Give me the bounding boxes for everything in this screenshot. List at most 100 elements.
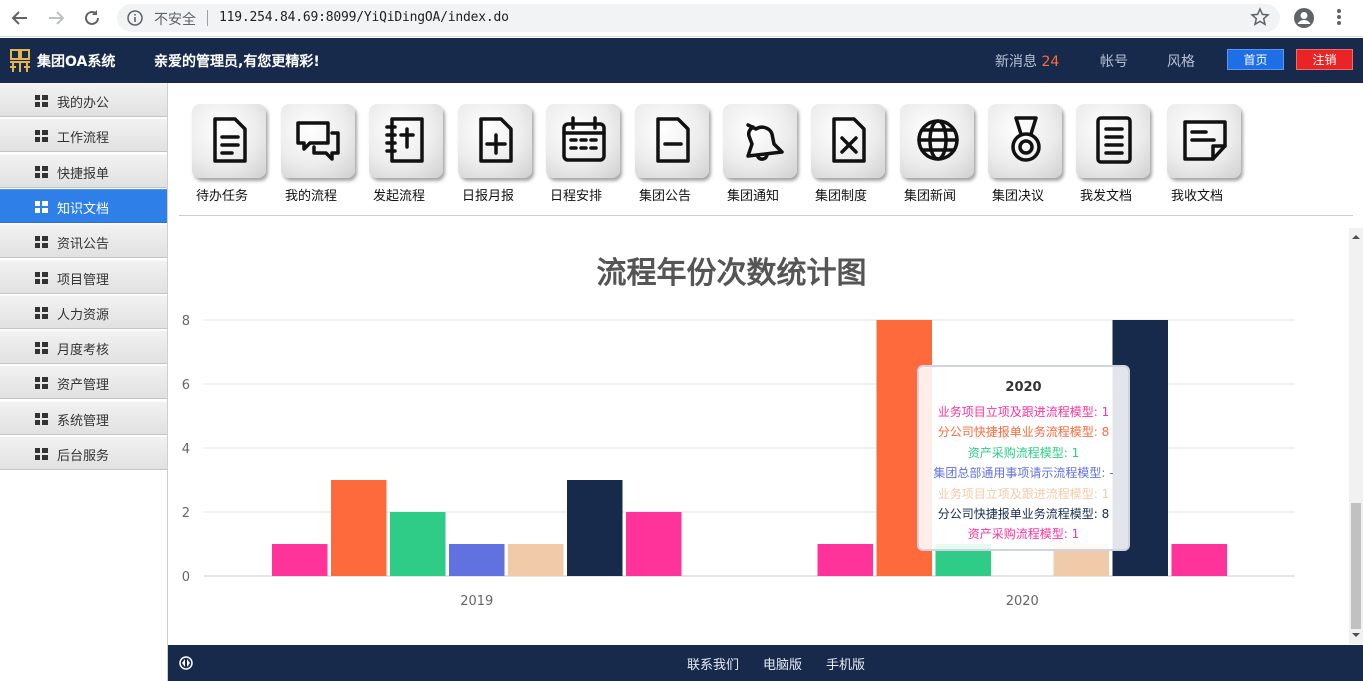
- quick-link-tile[interactable]: [369, 104, 443, 178]
- medal-icon: [1011, 116, 1041, 162]
- grid-icon: [35, 342, 48, 355]
- quick-link-tile[interactable]: [811, 104, 885, 178]
- quick-link-tile[interactable]: [1167, 104, 1241, 178]
- scrollbar[interactable]: [1349, 228, 1363, 644]
- sidebar-item[interactable]: 人力资源: [0, 294, 167, 329]
- url-text[interactable]: 119.254.84.69:8099/YiQiDingOA/index.do: [219, 10, 509, 25]
- quick-link-tile[interactable]: [192, 104, 266, 178]
- grid-icon: [35, 412, 48, 425]
- quick-link-tile[interactable]: [1076, 104, 1150, 178]
- scroll-up-icon[interactable]: [1349, 230, 1363, 244]
- sidebar-toggle-icon[interactable]: [179, 656, 193, 670]
- address-divider: [207, 10, 208, 26]
- tooltip-line: 分公司快捷报单业务流程模型: 8: [937, 507, 1110, 521]
- app-title: 集团OA系统: [37, 54, 116, 70]
- account-icon[interactable]: [1293, 7, 1315, 29]
- home-button[interactable]: 首页: [1227, 49, 1284, 70]
- sidebar-item-label: 人力资源: [57, 307, 110, 323]
- quick-link-label: 集团新闻: [904, 189, 957, 204]
- sidebar-item-label: 系统管理: [57, 413, 110, 429]
- tooltip-line: 业务项目立项及跟进流程模型: 1: [937, 486, 1110, 501]
- messages-label: 新消息: [995, 54, 1037, 70]
- document-icon: [213, 117, 247, 163]
- footer: 联系我们 电脑版 手机版: [168, 645, 1363, 681]
- logout-button[interactable]: 注销: [1296, 49, 1353, 70]
- quick-links: 待办任务 我的流程 发起流程 日报月报 日程安排 集团公告 集团通知 集团制度 集团新闻 集团决议…: [190, 102, 1250, 204]
- note-icon: [1183, 120, 1227, 161]
- y-tick-label: 6: [182, 378, 190, 393]
- sidebar-item-label: 知识文档: [57, 201, 110, 217]
- file-add-icon: [479, 117, 513, 163]
- quick-link-tile[interactable]: [458, 104, 532, 178]
- star-icon[interactable]: [1250, 7, 1270, 27]
- globe-icon: [917, 119, 959, 161]
- quick-link-label: 集团通知: [727, 189, 780, 204]
- quick-link-tile[interactable]: [988, 104, 1062, 178]
- sidebar-item-label: 项目管理: [57, 272, 110, 288]
- arrow-right-icon: [49, 11, 65, 25]
- sidebar-item[interactable]: 项目管理: [0, 259, 167, 294]
- y-tick-label: 8: [182, 314, 190, 329]
- more-options-icon[interactable]: [1331, 7, 1347, 27]
- quick-link-label: 集团公告: [639, 189, 692, 204]
- quick-link-tile[interactable]: [635, 104, 709, 178]
- address-bar[interactable]: 不安全 119.254.84.69:8099/YiQiDingOA/index.…: [117, 4, 1280, 32]
- bell-icon: [746, 123, 784, 161]
- sidebar-item[interactable]: 系统管理: [0, 400, 167, 435]
- sidebar-item-label: 资产管理: [57, 378, 110, 394]
- reload-button[interactable]: [80, 7, 104, 29]
- sidebar-item-label: 月度考核: [57, 343, 110, 359]
- account-link[interactable]: 帐号: [1100, 51, 1128, 71]
- scroll-down-icon[interactable]: [1349, 628, 1363, 642]
- tooltip-line: 业务项目立项及跟进流程模型: 1: [937, 405, 1110, 419]
- quick-link-label: 集团决议: [992, 189, 1045, 204]
- browser-toolbar: 不安全 119.254.84.69:8099/YiQiDingOA/index.…: [0, 0, 1363, 37]
- chart-bar: [272, 544, 328, 576]
- grid-icon: [35, 306, 48, 319]
- chart-bar: [331, 480, 387, 576]
- chart-bar: [1171, 544, 1227, 576]
- grid-icon: [35, 377, 48, 390]
- chart-bar: [817, 544, 873, 576]
- grid-icon: [35, 448, 48, 460]
- chart-tooltip: 2020 业务项目立项及跟进流程模型: 1 分公司快捷报单业务流程模型: 8 资产采…: [917, 365, 1130, 551]
- grid-icon: [35, 236, 48, 249]
- chart-bar: [390, 512, 446, 576]
- app-header: 集团OA系统 亲爱的管理员,有您更精彩! 新消息 24 帐号 风格 首页 注销: [0, 38, 1363, 83]
- desktop-version-link[interactable]: 电脑版: [763, 654, 802, 673]
- sidebar: 我的办公 工作流程快捷报单知识文档资讯公告项目管理人力资源月度考核资产管理系统管理…: [0, 83, 168, 681]
- tooltip-title: 2020: [1005, 380, 1042, 395]
- sidebar-item[interactable]: 我的办公: [0, 83, 167, 117]
- x-tick-label: 2019: [460, 594, 493, 609]
- forward-button[interactable]: [44, 7, 68, 29]
- sidebar-item-label: 快捷报单: [57, 166, 110, 182]
- scroll-thumb[interactable]: [1351, 503, 1361, 629]
- messages-link[interactable]: 新消息 24: [995, 51, 1059, 71]
- sidebar-item[interactable]: 资讯公告: [0, 224, 167, 259]
- sidebar-item[interactable]: 知识文档: [0, 188, 167, 223]
- sidebar-item[interactable]: 资产管理: [0, 365, 167, 400]
- tooltip-line: 资产采购流程模型: 1: [967, 445, 1080, 460]
- quick-link-tile[interactable]: [281, 104, 355, 178]
- chat-icon: [296, 121, 340, 161]
- logo-icon: [10, 49, 30, 72]
- contact-link[interactable]: 联系我们: [687, 654, 739, 673]
- sidebar-item-label: 后台服务: [57, 449, 110, 464]
- file-x-icon: [832, 117, 866, 163]
- quick-link-tile[interactable]: [900, 104, 974, 178]
- back-button[interactable]: [8, 7, 32, 29]
- quick-link-tile[interactable]: [546, 104, 620, 178]
- chart-bar: [508, 544, 564, 576]
- sidebar-item[interactable]: 快捷报单: [0, 153, 167, 188]
- mobile-version-link[interactable]: 手机版: [826, 654, 865, 673]
- sidebar-item[interactable]: 月度考核: [0, 330, 167, 365]
- sidebar-item[interactable]: 工作流程: [0, 118, 167, 153]
- sidebar-item-label: 资讯公告: [57, 237, 110, 253]
- sidebar-item[interactable]: 后台服务: [0, 436, 167, 470]
- grid-icon: [35, 95, 48, 107]
- grid-icon: [35, 200, 48, 213]
- insecure-label: 不安全: [154, 12, 196, 28]
- reload-icon: [85, 10, 99, 25]
- theme-link[interactable]: 风格: [1167, 51, 1195, 71]
- quick-link-tile[interactable]: [723, 104, 797, 178]
